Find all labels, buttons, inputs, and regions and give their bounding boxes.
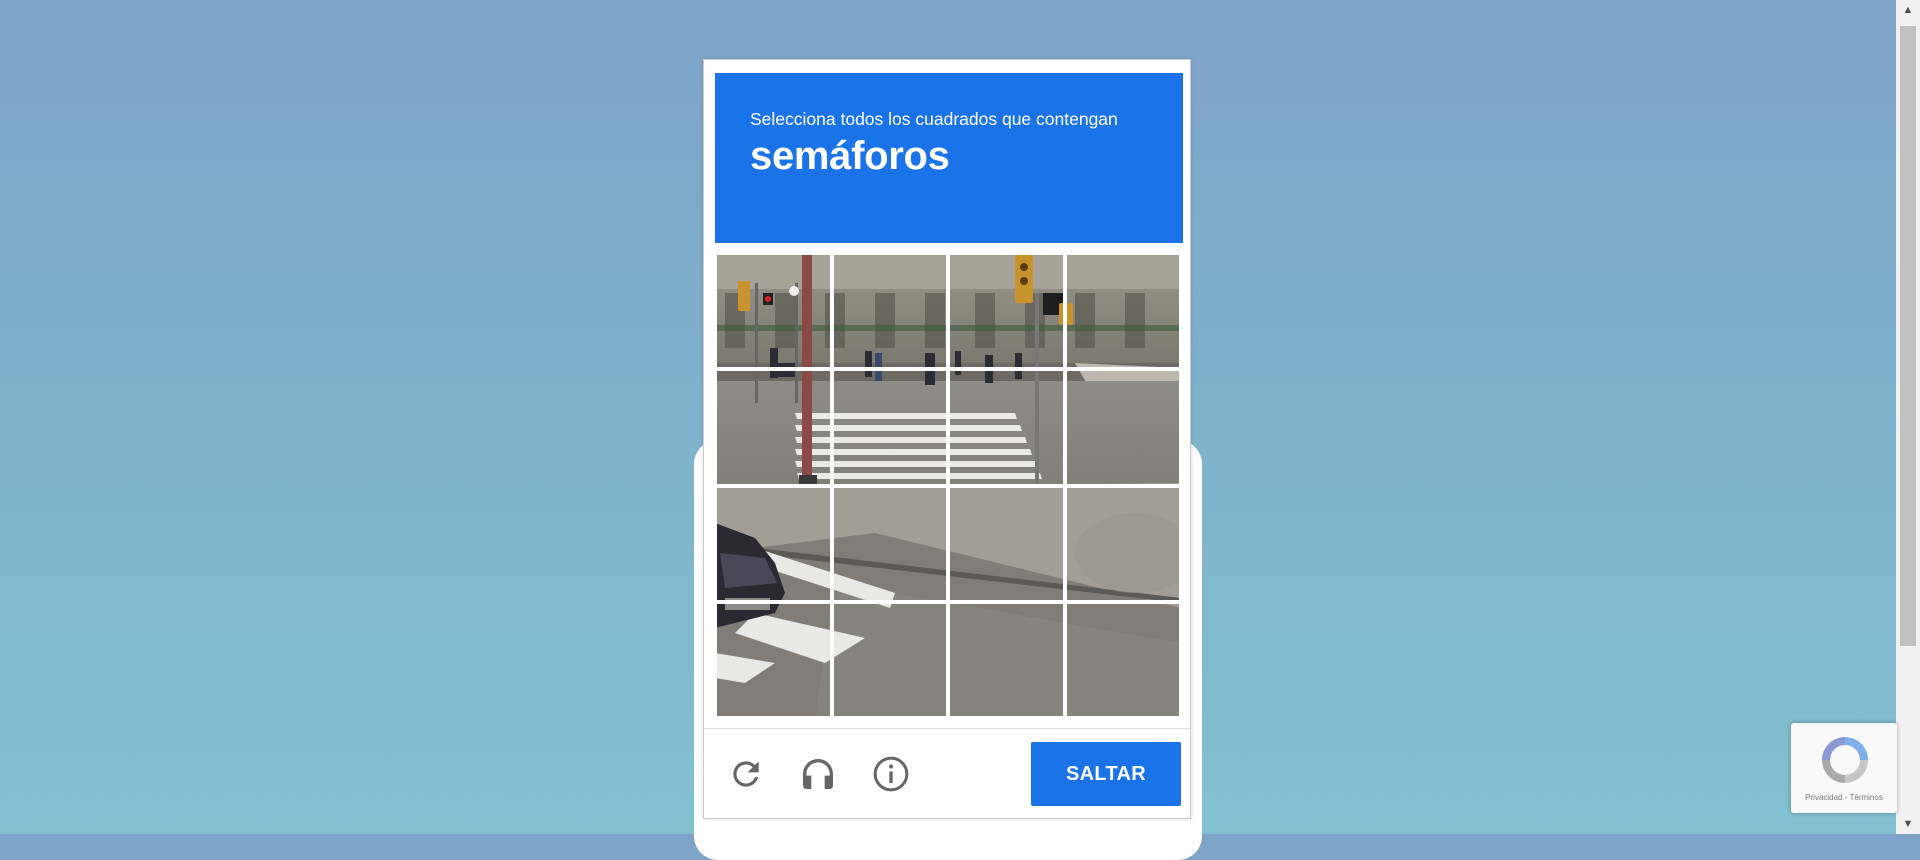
challenge-keyword: semáforos <box>750 134 950 178</box>
scroll-up-arrow-icon[interactable]: ▲ <box>1896 0 1920 20</box>
reload-icon[interactable] <box>724 752 768 796</box>
skip-button[interactable]: SALTAR <box>1031 742 1181 806</box>
grid-tile[interactable] <box>948 369 1065 486</box>
grid-tile[interactable] <box>831 369 948 486</box>
challenge-footer: SALTAR <box>704 728 1190 819</box>
recaptcha-challenge: Selecciona todos los cuadrados que conte… <box>703 59 1191 819</box>
challenge-prompt: Selecciona todos los cuadrados que conte… <box>750 109 1118 129</box>
grid-tile[interactable] <box>1064 485 1181 602</box>
image-grid <box>715 253 1181 718</box>
recaptcha-logo-icon <box>1822 737 1868 783</box>
badge-links[interactable]: Privacidad - Términos <box>1791 793 1897 802</box>
grid-tile[interactable] <box>715 253 832 370</box>
grid-tile[interactable] <box>831 485 948 602</box>
grid-tile[interactable] <box>715 369 832 486</box>
recaptcha-badge[interactable]: Privacidad - Términos <box>1791 723 1897 813</box>
headphones-icon[interactable] <box>796 752 840 796</box>
grid-tile[interactable] <box>948 485 1065 602</box>
grid-tile[interactable] <box>831 601 948 718</box>
scroll-thumb[interactable] <box>1900 26 1916 646</box>
scroll-down-arrow-icon[interactable]: ▼ <box>1896 814 1920 834</box>
grid-tile[interactable] <box>1064 253 1181 370</box>
grid-tile[interactable] <box>948 253 1065 370</box>
grid-tile[interactable] <box>1064 601 1181 718</box>
grid-tile[interactable] <box>715 485 832 602</box>
grid-tile[interactable] <box>715 601 832 718</box>
grid-tile[interactable] <box>831 253 948 370</box>
challenge-header: Selecciona todos los cuadrados que conte… <box>715 73 1183 243</box>
info-icon[interactable] <box>869 752 913 796</box>
page-scrollbar[interactable]: ▲ ▼ <box>1896 0 1920 834</box>
grid-tile[interactable] <box>948 601 1065 718</box>
grid-tile[interactable] <box>1064 369 1181 486</box>
